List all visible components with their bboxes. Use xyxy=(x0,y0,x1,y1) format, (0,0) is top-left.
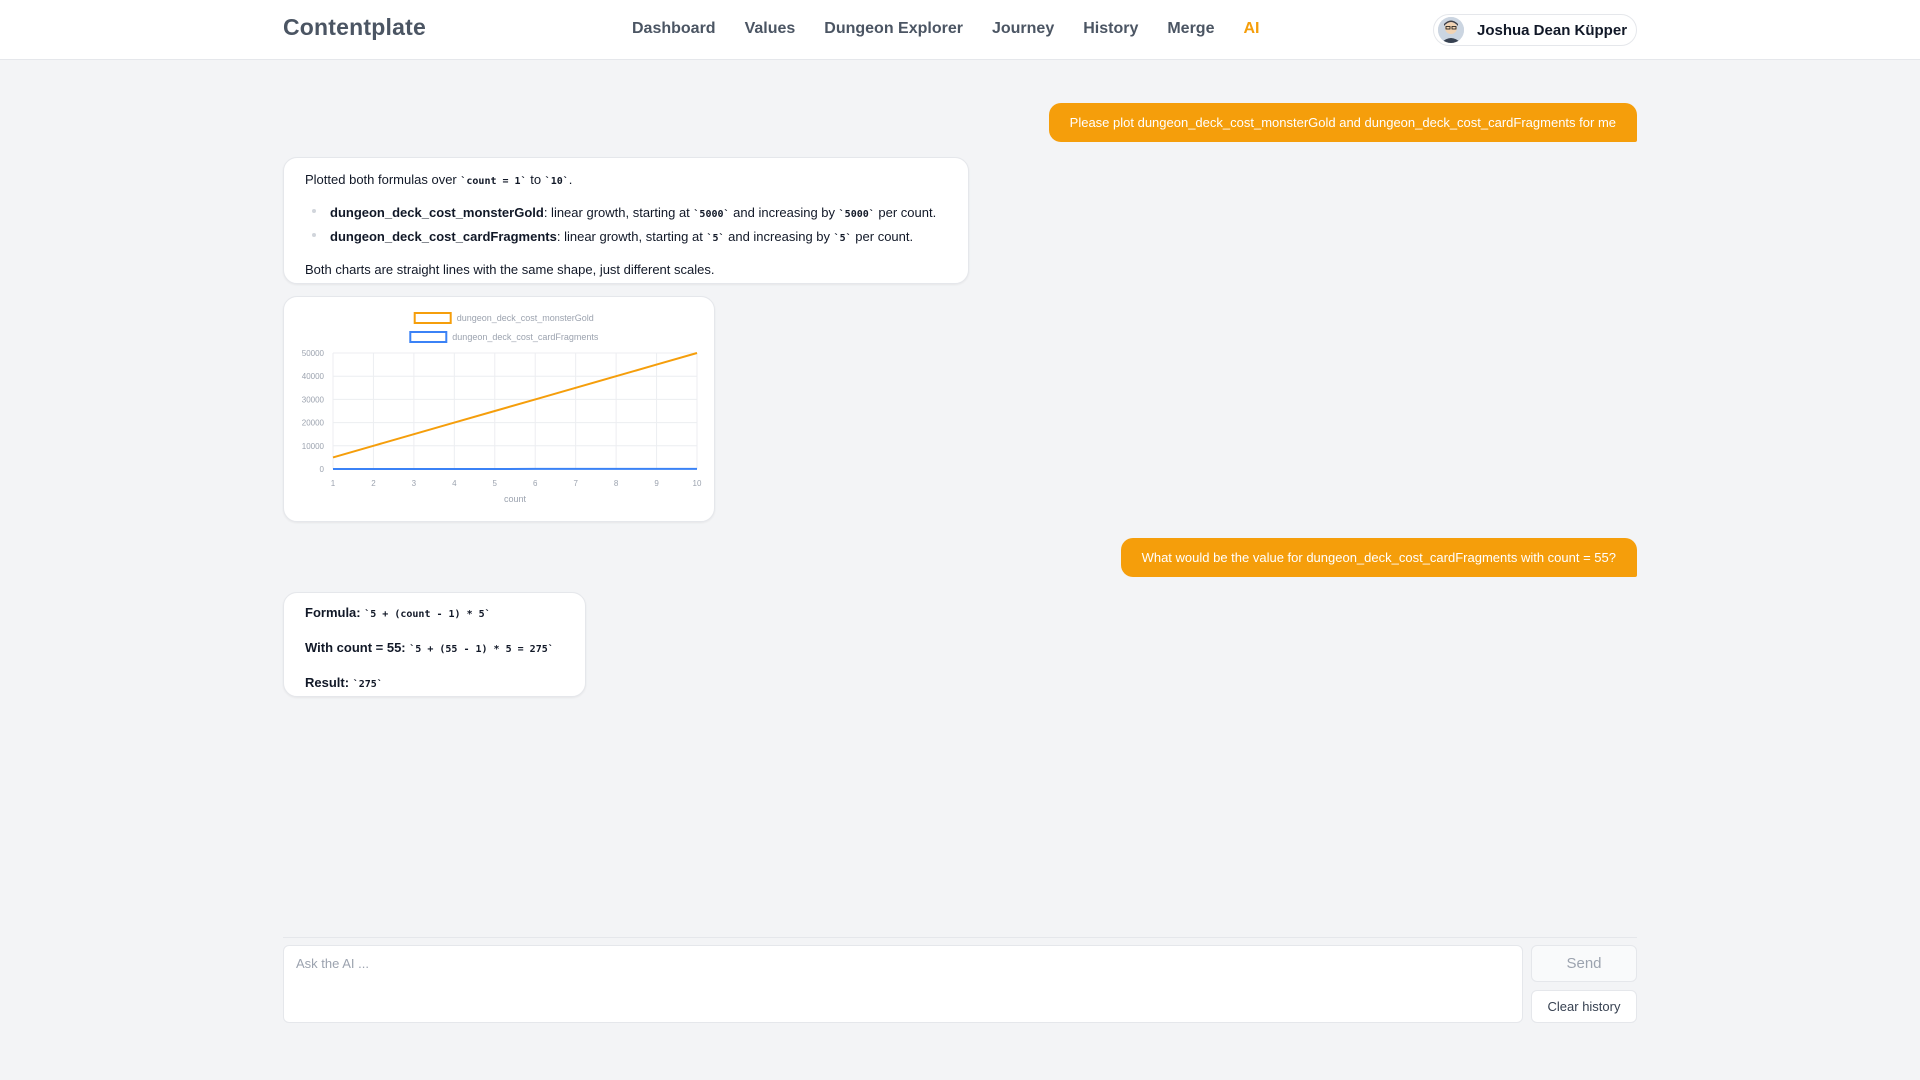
avatar xyxy=(1438,17,1464,43)
nav-item-merge[interactable]: Merge xyxy=(1167,20,1214,38)
x-tick-label: 4 xyxy=(452,479,457,488)
x-tick-label: 10 xyxy=(693,479,702,488)
ai-result-line: Result: `275` xyxy=(305,673,564,695)
nav-item-dungeon-explorer[interactable]: Dungeon Explorer xyxy=(824,20,963,38)
user-message: What would be the value for dungeon_deck… xyxy=(1120,538,1637,577)
legend-label-1: dungeon_deck_cost_cardFragments xyxy=(452,332,599,342)
x-axis-label: count xyxy=(504,494,527,504)
with-label: With count = 55: xyxy=(305,640,406,655)
bullet-text: : linear growth, starting at xyxy=(543,205,694,220)
nav-item-values[interactable]: Values xyxy=(745,20,796,38)
user-name: Joshua Dean Küpper xyxy=(1477,21,1628,39)
intro-text: Plotted both formulas over xyxy=(305,172,461,187)
bullet-text: per count. xyxy=(851,229,914,244)
bullet-text: per count. xyxy=(874,205,937,220)
bullet-code: `5` xyxy=(833,233,852,244)
x-tick-label: 5 xyxy=(493,479,498,488)
ai-intro: Plotted both formulas over `count = 1` t… xyxy=(305,170,947,192)
intro-text-mid: to xyxy=(526,172,545,187)
send-button[interactable]: Send xyxy=(1531,945,1637,982)
nav-item-ai[interactable]: AI xyxy=(1243,20,1259,38)
intro-text-end: . xyxy=(568,172,573,187)
x-tick-label: 1 xyxy=(331,479,336,488)
legend-label-0: dungeon_deck_cost_monsterGold xyxy=(457,313,594,323)
bullet-text: : linear growth, starting at xyxy=(556,229,707,244)
x-tick-label: 3 xyxy=(412,479,417,488)
bullet-text: and increasing by xyxy=(724,229,834,244)
user-message: Please plot dungeon_deck_cost_monsterGol… xyxy=(1048,103,1637,142)
bullet-code: `5000` xyxy=(838,209,875,220)
formula-code: `5 + (count - 1) * 5` xyxy=(364,609,491,620)
x-tick-label: 7 xyxy=(573,479,578,488)
series-line-0 xyxy=(332,352,698,459)
result-label: Result: xyxy=(305,675,350,690)
y-tick-label: 20000 xyxy=(302,419,325,428)
brand-logo[interactable]: Contentplate xyxy=(283,14,426,41)
list-item: dungeon_deck_cost_monsterGold: linear gr… xyxy=(305,202,947,226)
intro-code-start: `count = 1` xyxy=(460,176,527,187)
intro-code-end: `10` xyxy=(544,176,569,187)
y-tick-label: 0 xyxy=(320,465,325,474)
user-avatar-icon xyxy=(1438,17,1464,43)
legend-swatch-1 xyxy=(409,331,448,343)
legend-swatch-0 xyxy=(413,312,452,324)
formula-name: dungeon_deck_cost_cardFragments xyxy=(330,229,557,244)
main-nav: Dashboard Values Dungeon Explorer Journe… xyxy=(632,20,1259,38)
x-tick-label: 2 xyxy=(371,479,376,488)
ai-formula-line: Formula: `5 + (count - 1) * 5` xyxy=(305,603,564,625)
ai-outro: Both charts are straight lines with the … xyxy=(305,262,715,277)
nav-item-dashboard[interactable]: Dashboard xyxy=(632,20,716,38)
y-tick-label: 30000 xyxy=(302,395,325,404)
user-message-text: Please plot dungeon_deck_cost_monsterGol… xyxy=(1069,115,1616,130)
ai-message: Plotted both formulas over `count = 1` t… xyxy=(283,157,969,284)
top-navbar: Contentplate Dashboard Values Dungeon Ex… xyxy=(0,0,1920,60)
input-divider xyxy=(283,937,1637,938)
bullet-code: `5` xyxy=(706,233,725,244)
formula-label: Formula: xyxy=(305,605,361,620)
result-code: `275` xyxy=(352,679,383,690)
formula-name: dungeon_deck_cost_monsterGold xyxy=(330,205,544,220)
nav-item-journey[interactable]: Journey xyxy=(992,20,1054,38)
ai-message: Formula: `5 + (count - 1) * 5` With coun… xyxy=(283,592,586,697)
y-tick-label: 50000 xyxy=(302,349,325,358)
user-message-text: What would be the value for dungeon_deck… xyxy=(1141,550,1616,565)
y-tick-label: 40000 xyxy=(302,372,325,381)
list-item: dungeon_deck_cost_cardFragments: linear … xyxy=(305,226,947,250)
y-tick-label: 10000 xyxy=(302,442,325,451)
ai-with-line: With count = 55: `5 + (55 - 1) * 5 = 275… xyxy=(305,638,564,660)
line-chart: 0 10000 20000 30000 40000 50000 1 2 3 4 5 6 7 8 9 10 cou… xyxy=(302,312,702,504)
x-tick-label: 8 xyxy=(614,479,619,488)
chart-card: 0 10000 20000 30000 40000 50000 1 2 3 4 5 6 7 8 9 10 cou… xyxy=(283,296,715,522)
with-code: `5 + (55 - 1) * 5 = 275` xyxy=(409,644,554,655)
x-tick-label: 9 xyxy=(654,479,659,488)
ask-ai-input[interactable] xyxy=(283,945,1523,1023)
x-tick-label: 6 xyxy=(533,479,538,488)
nav-item-history[interactable]: History xyxy=(1083,20,1138,38)
clear-history-button[interactable]: Clear history xyxy=(1531,990,1637,1023)
bullet-text: and increasing by xyxy=(729,205,839,220)
bullet-code: `5000` xyxy=(693,209,730,220)
ai-bullet-list: dungeon_deck_cost_monsterGold: linear gr… xyxy=(305,202,947,250)
user-menu[interactable]: Joshua Dean Küpper xyxy=(1433,14,1637,46)
